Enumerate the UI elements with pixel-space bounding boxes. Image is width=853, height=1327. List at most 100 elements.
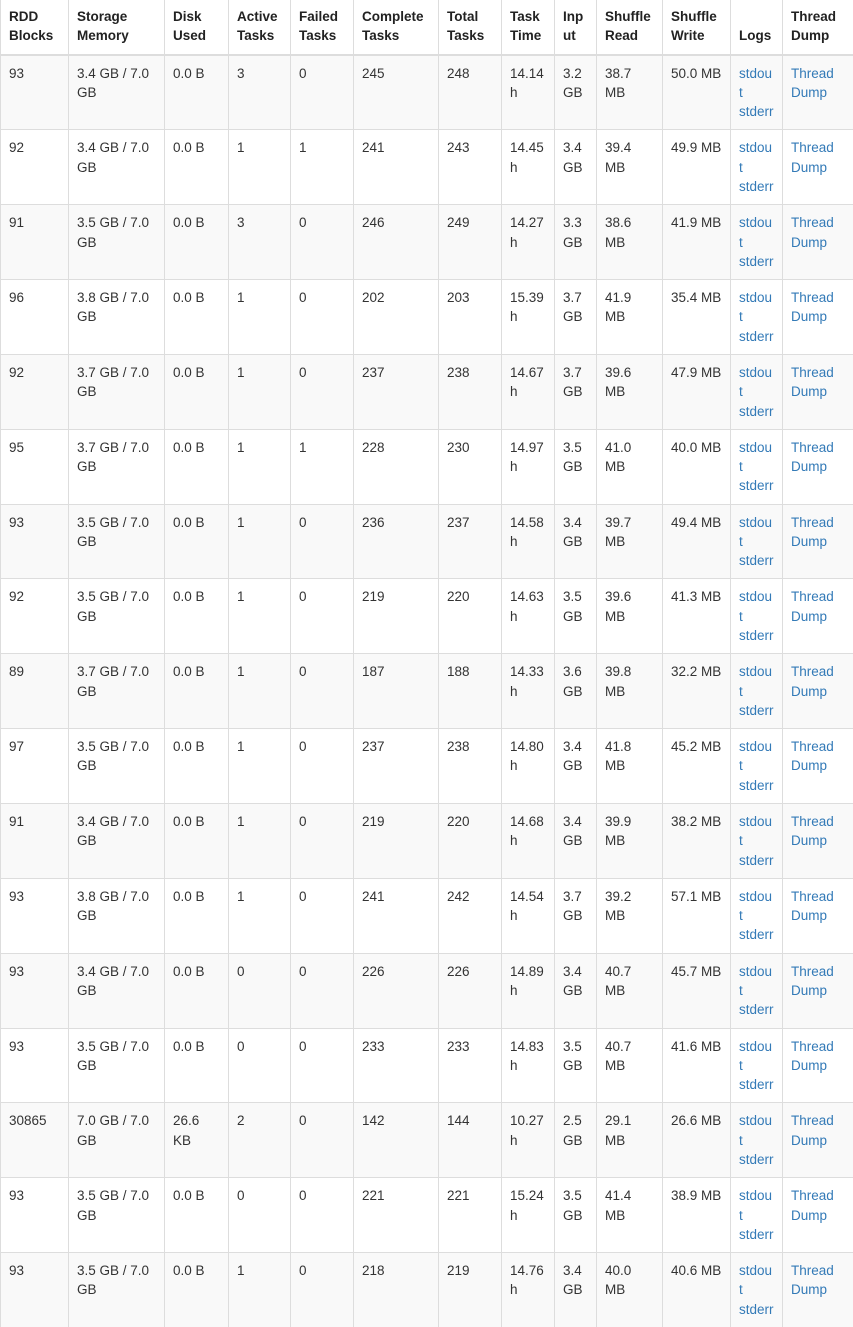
cell-failed-tasks: 0	[291, 729, 354, 804]
cell-total-tasks: 220	[439, 804, 502, 879]
column-header-shuffle-read[interactable]: Shuffle Read	[597, 0, 663, 55]
log-link-stderr[interactable]: stderr	[739, 476, 775, 495]
table-row: 933.8 GB / 7.0 GB0.0 B1024124214.54 h3.7…	[1, 878, 853, 953]
log-link-stdout[interactable]: stdout	[739, 887, 775, 926]
log-link-stderr[interactable]: stderr	[739, 1150, 775, 1169]
column-header-storage-memory[interactable]: Storage Memory	[69, 0, 165, 55]
log-link-stdout[interactable]: stdout	[739, 737, 775, 776]
log-link-stdout[interactable]: stdout	[739, 1261, 775, 1300]
log-link-stdout[interactable]: stdout	[739, 64, 775, 103]
cell-shuffle-read: 39.6 MB	[597, 579, 663, 654]
thread-dump-link[interactable]: Thread Dump	[791, 887, 846, 926]
log-link-stderr[interactable]: stderr	[739, 701, 775, 720]
log-link-stdout[interactable]: stdout	[739, 1037, 775, 1076]
log-link-stderr[interactable]: stderr	[739, 1000, 775, 1019]
cell-task-time: 14.54 h	[502, 878, 555, 953]
table-row: 308657.0 GB / 7.0 GB26.6 KB2014214410.27…	[1, 1103, 853, 1178]
column-header-task-time[interactable]: Task Time	[502, 0, 555, 55]
log-link-stdout[interactable]: stdout	[739, 363, 775, 402]
log-link-stderr[interactable]: stderr	[739, 851, 775, 870]
column-header-total-tasks[interactable]: Total Tasks	[439, 0, 502, 55]
thread-dump-link[interactable]: Thread Dump	[791, 1261, 846, 1300]
log-link-stderr[interactable]: stderr	[739, 177, 775, 196]
log-link-stdout[interactable]: stdout	[739, 438, 775, 477]
log-link-stderr[interactable]: stderr	[739, 925, 775, 944]
log-link-stdout[interactable]: stdout	[739, 812, 775, 851]
thread-dump-link[interactable]: Thread Dump	[791, 962, 846, 1001]
cell-failed-tasks: 1	[291, 429, 354, 504]
log-link-stderr[interactable]: stderr	[739, 1300, 775, 1319]
cell-input: 3.4 GB	[555, 729, 597, 804]
cell-active-tasks: 1	[229, 130, 291, 205]
thread-dump-link[interactable]: Thread Dump	[791, 1111, 846, 1150]
thread-dump-link[interactable]: Thread Dump	[791, 1186, 846, 1225]
log-link-stdout[interactable]: stdout	[739, 962, 775, 1001]
cell-task-time: 15.39 h	[502, 280, 555, 355]
log-link-stderr[interactable]: stderr	[739, 626, 775, 645]
cell-active-tasks: 1	[229, 654, 291, 729]
log-link-stderr[interactable]: stderr	[739, 402, 775, 421]
cell-shuffle-write: 32.2 MB	[663, 654, 731, 729]
thread-dump-link[interactable]: Thread Dump	[791, 812, 846, 851]
cell-shuffle-read: 41.8 MB	[597, 729, 663, 804]
cell-shuffle-write: 35.4 MB	[663, 280, 731, 355]
column-header-failed-tasks[interactable]: Failed Tasks	[291, 0, 354, 55]
cell-active-tasks: 1	[229, 579, 291, 654]
thread-dump-link[interactable]: Thread Dump	[791, 438, 846, 477]
cell-active-tasks: 1	[229, 729, 291, 804]
cell-active-tasks: 1	[229, 354, 291, 429]
log-link-stderr[interactable]: stderr	[739, 327, 775, 346]
cell-storage-memory: 3.4 GB / 7.0 GB	[69, 130, 165, 205]
column-header-rdd-blocks[interactable]: RDD Blocks	[1, 0, 69, 55]
cell-shuffle-write: 38.9 MB	[663, 1178, 731, 1253]
log-link-stderr[interactable]: stderr	[739, 252, 775, 271]
cell-input: 3.7 GB	[555, 354, 597, 429]
thread-dump-link[interactable]: Thread Dump	[791, 587, 846, 626]
column-header-disk-used[interactable]: Disk Used	[165, 0, 229, 55]
log-link-stderr[interactable]: stderr	[739, 1225, 775, 1244]
log-link-stdout[interactable]: stdout	[739, 138, 775, 177]
column-header-logs[interactable]: Logs	[731, 0, 783, 55]
table-row: 933.5 GB / 7.0 GB0.0 B1023623714.58 h3.4…	[1, 504, 853, 579]
cell-shuffle-write: 26.6 MB	[663, 1103, 731, 1178]
thread-dump-link[interactable]: Thread Dump	[791, 513, 846, 552]
cell-total-tasks: 249	[439, 205, 502, 280]
column-header-shuffle-write[interactable]: Shuffle Write	[663, 0, 731, 55]
log-link-stdout[interactable]: stdout	[739, 1111, 775, 1150]
cell-logs: stdoutstderr	[731, 504, 783, 579]
thread-dump-link[interactable]: Thread Dump	[791, 662, 846, 701]
column-header-input[interactable]: Input	[555, 0, 597, 55]
log-link-stdout[interactable]: stdout	[739, 587, 775, 626]
thread-dump-link[interactable]: Thread Dump	[791, 64, 846, 103]
log-link-stderr[interactable]: stderr	[739, 776, 775, 795]
log-link-stdout[interactable]: stdout	[739, 288, 775, 327]
log-link-stderr[interactable]: stderr	[739, 1075, 775, 1094]
cell-failed-tasks: 0	[291, 878, 354, 953]
column-header-thread-dump[interactable]: Thread Dump	[783, 0, 853, 55]
thread-dump-link[interactable]: Thread Dump	[791, 213, 846, 252]
log-link-stderr[interactable]: stderr	[739, 551, 775, 570]
cell-task-time: 10.27 h	[502, 1103, 555, 1178]
cell-logs: stdoutstderr	[731, 729, 783, 804]
cell-storage-memory: 3.4 GB / 7.0 GB	[69, 55, 165, 130]
column-header-complete-tasks[interactable]: Complete Tasks	[354, 0, 439, 55]
log-link-stdout[interactable]: stdout	[739, 1186, 775, 1225]
cell-task-time: 14.83 h	[502, 1028, 555, 1103]
thread-dump-link[interactable]: Thread Dump	[791, 288, 846, 327]
cell-complete-tasks: 218	[354, 1253, 439, 1327]
cell-shuffle-read: 38.7 MB	[597, 55, 663, 130]
cell-rdd-blocks: 95	[1, 429, 69, 504]
cell-logs: stdoutstderr	[731, 1028, 783, 1103]
cell-rdd-blocks: 93	[1, 1178, 69, 1253]
thread-dump-link[interactable]: Thread Dump	[791, 737, 846, 776]
thread-dump-link[interactable]: Thread Dump	[791, 363, 846, 402]
log-link-stdout[interactable]: stdout	[739, 213, 775, 252]
thread-dump-link[interactable]: Thread Dump	[791, 138, 846, 177]
thread-dump-link[interactable]: Thread Dump	[791, 1037, 846, 1076]
table-row: 923.5 GB / 7.0 GB0.0 B1021922014.63 h3.5…	[1, 579, 853, 654]
log-link-stderr[interactable]: stderr	[739, 102, 775, 121]
log-link-stdout[interactable]: stdout	[739, 513, 775, 552]
log-link-stdout[interactable]: stdout	[739, 662, 775, 701]
column-header-active-tasks[interactable]: Active Tasks	[229, 0, 291, 55]
cell-storage-memory: 3.5 GB / 7.0 GB	[69, 729, 165, 804]
